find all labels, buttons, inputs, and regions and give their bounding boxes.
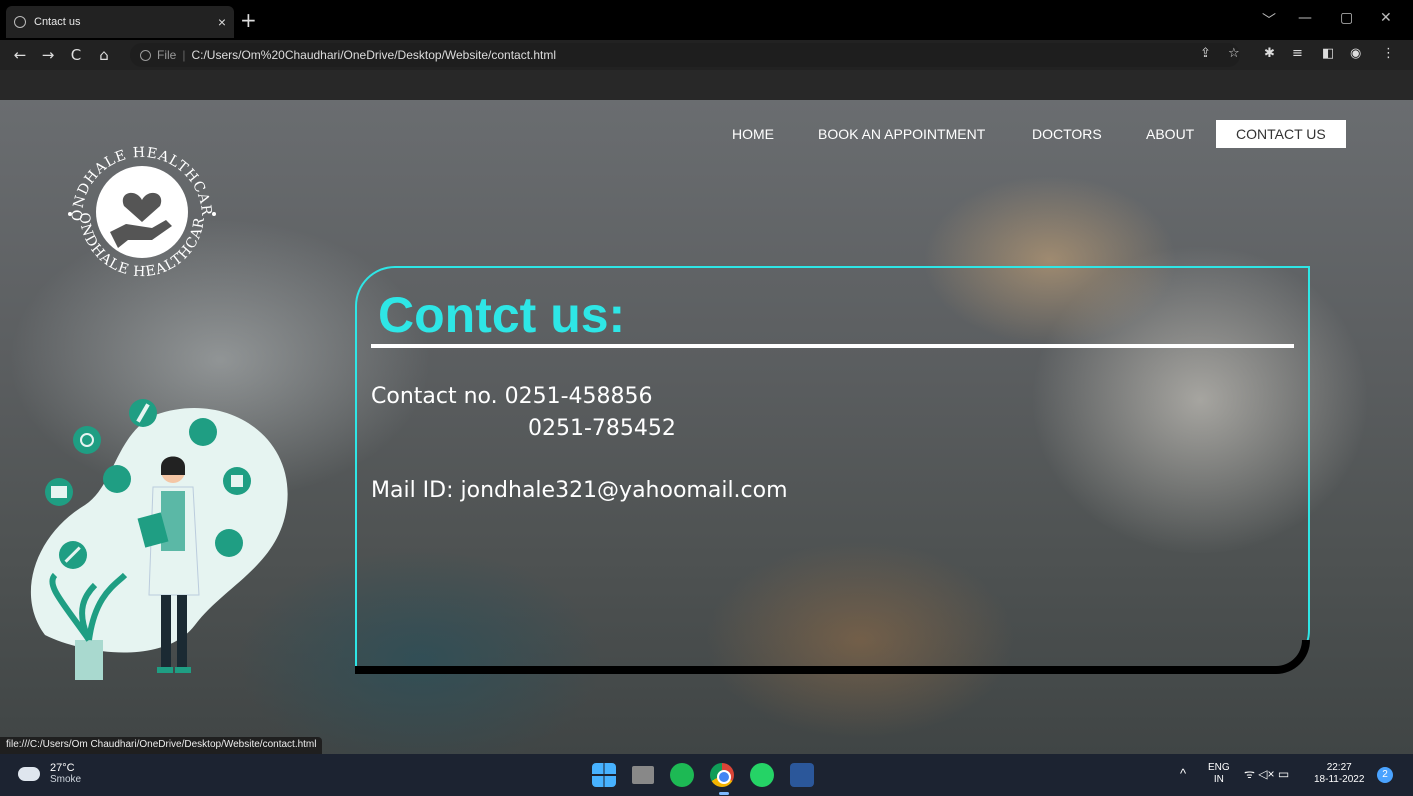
- url-text[interactable]: C:/Users/Om%20Chaudhari/OneDrive/Desktop…: [191, 48, 556, 62]
- new-tab-button[interactable]: +: [240, 10, 257, 30]
- extensions-icon[interactable]: ✱: [1264, 46, 1275, 61]
- tab-contact[interactable]: Cntact us ×: [6, 6, 234, 38]
- weather-icon: [18, 760, 40, 781]
- info-icon[interactable]: [140, 49, 151, 61]
- contact-phone-alt: 0251-785452: [528, 416, 676, 441]
- home-icon[interactable]: ⌂: [90, 46, 118, 64]
- page-viewport: JONDHALE HEALTHCARE JONDHALE HEALTHCARE …: [0, 100, 1413, 754]
- weather-temp: 27°C: [50, 762, 75, 774]
- minimize-icon[interactable]: —: [1298, 10, 1312, 26]
- site-logo[interactable]: JONDHALE HEALTHCARE JONDHALE HEALTHCARE: [46, 110, 232, 302]
- chrome-icon[interactable]: [710, 763, 734, 787]
- reload-icon[interactable]: C: [62, 46, 90, 64]
- weather-condition: Smoke: [50, 774, 82, 785]
- menu-icon[interactable]: ⋮: [1382, 46, 1395, 61]
- close-tab-icon[interactable]: ×: [218, 14, 226, 30]
- nav-doctors[interactable]: DOCTORS: [1032, 120, 1102, 148]
- tab-title: Cntact us: [34, 16, 81, 28]
- taskbar-apps: [592, 763, 814, 787]
- nav-about[interactable]: ABOUT: [1146, 120, 1194, 148]
- address-bar[interactable]: File | C:/Users/Om%20Chaudhari/OneDrive/…: [130, 43, 1240, 67]
- title-divider: [371, 344, 1294, 348]
- file-label: File: [157, 48, 177, 62]
- sidepanel-icon[interactable]: ◧: [1322, 46, 1334, 61]
- nav-home[interactable]: HOME: [732, 120, 774, 148]
- reading-list-icon[interactable]: ≡: [1292, 46, 1303, 61]
- taskbar: 27°C Smoke ^ ENG IN ᯤ ◁× ▭ 22:27 18-11-2…: [0, 754, 1413, 796]
- weather-widget[interactable]: 27°C Smoke: [18, 760, 82, 785]
- contact-mail: Mail ID: jondhale321@yahoomail.com: [371, 478, 788, 503]
- share-icon[interactable]: ⇪: [1200, 46, 1211, 61]
- task-view-icon[interactable]: [632, 766, 654, 784]
- address-separator: |: [182, 48, 186, 62]
- lang-bottom: IN: [1213, 774, 1224, 785]
- contact-title: Contct us:: [378, 287, 626, 343]
- nav-contact-us[interactable]: CONTACT US: [1216, 120, 1346, 148]
- bookmarks-gap: [0, 70, 1413, 100]
- windows-start-icon[interactable]: [592, 763, 616, 787]
- notification-badge[interactable]: 2: [1377, 767, 1393, 783]
- whatsapp-icon[interactable]: [750, 763, 774, 787]
- contact-card-shadow: [355, 640, 1310, 674]
- doctor-illustration: [25, 395, 295, 695]
- spotify-icon[interactable]: [670, 763, 694, 787]
- contact-phone: Contact no. 0251-458856: [371, 384, 653, 409]
- tab-strip: Cntact us × + ﹀ — ▢ ✕: [0, 0, 1413, 40]
- tab-search-icon[interactable]: ﹀: [1262, 10, 1276, 30]
- maximize-icon[interactable]: ▢: [1340, 10, 1353, 26]
- close-window-icon[interactable]: ✕: [1380, 10, 1392, 26]
- profile-icon[interactable]: ◉: [1350, 46, 1361, 61]
- back-icon[interactable]: ←: [6, 46, 34, 64]
- word-icon[interactable]: [790, 763, 814, 787]
- clock[interactable]: 22:27 18-11-2022: [1314, 762, 1364, 786]
- star-icon[interactable]: ☆: [1228, 46, 1240, 61]
- globe-icon: [14, 16, 26, 28]
- network-volume-battery-icons[interactable]: ᯤ ◁× ▭: [1244, 768, 1289, 780]
- clock-date: 18-11-2022: [1314, 774, 1365, 785]
- language-indicator[interactable]: ENG IN: [1208, 762, 1230, 786]
- clock-time: 22:27: [1326, 762, 1352, 773]
- forward-icon[interactable]: →: [34, 46, 62, 64]
- nav-book-appointment[interactable]: BOOK AN APPOINTMENT: [818, 120, 985, 148]
- link-status-bubble: file:///C:/Users/Om Chaudhari/OneDrive/D…: [0, 737, 323, 754]
- lang-top: ENG: [1208, 762, 1230, 773]
- tray-overflow-icon[interactable]: ^: [1180, 767, 1186, 780]
- chrome-active-indicator: [719, 792, 729, 795]
